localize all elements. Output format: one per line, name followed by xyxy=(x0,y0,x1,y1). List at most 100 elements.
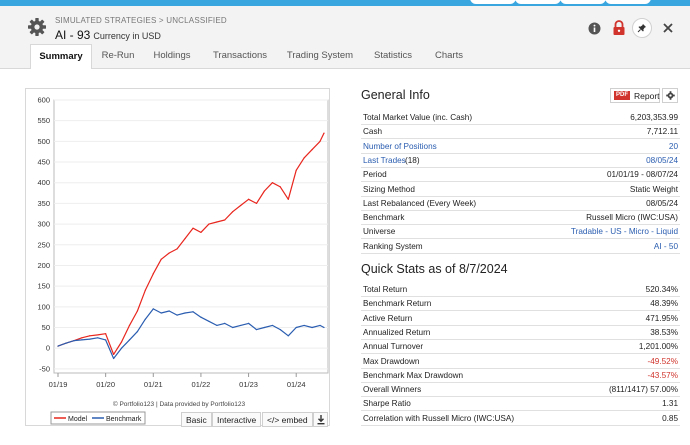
download-chart-button[interactable] xyxy=(313,412,328,427)
quick-stats-row: Max Drawdown -49.52% xyxy=(361,354,680,369)
data-point-model xyxy=(255,202,258,205)
general-info-label: Period xyxy=(363,170,387,180)
general-info-row: Universe Tradable - US - Micro - Liquid xyxy=(361,224,680,240)
general-info-label[interactable]: Number of Positions xyxy=(363,142,437,151)
general-info-row[interactable]: Last Trades (18) 08/05/24 xyxy=(361,153,680,168)
y-tick-label: 400 xyxy=(37,178,50,187)
report-button[interactable]: PDF Report xyxy=(610,88,660,103)
x-tick-label: 01/21 xyxy=(144,380,163,389)
data-point-model xyxy=(200,231,202,233)
chart-legend: Model Benchmark xyxy=(50,411,146,425)
report-label: Report xyxy=(634,91,660,101)
data-point-model xyxy=(160,258,162,260)
tab-transactions[interactable]: Transactions xyxy=(206,44,274,68)
tab-holdings[interactable]: Holdings xyxy=(146,44,198,68)
data-point-benchmark xyxy=(144,318,146,320)
general-info-value[interactable]: 20 xyxy=(669,142,678,151)
general-info-label: Universe xyxy=(363,227,396,237)
general-info-value: 01/01/19 - 08/07/24 xyxy=(606,170,678,180)
general-info-value[interactable]: Tradable - US - Micro - Liquid xyxy=(571,227,678,236)
data-point-benchmark xyxy=(200,316,202,318)
page-title: AI - 93 Currency in USD xyxy=(55,28,161,42)
quick-stats-label: Overall Winners xyxy=(363,385,422,395)
data-point-model xyxy=(247,198,250,200)
data-point-model xyxy=(128,324,131,327)
pin-button[interactable] xyxy=(632,18,652,38)
info-icon[interactable] xyxy=(588,22,601,35)
data-point-benchmark xyxy=(295,326,297,329)
quick-stats-label: Max Drawdown xyxy=(363,356,420,366)
general-info-value[interactable]: AI - 50 xyxy=(654,242,678,251)
quick-stats-row: Benchmark Return 48.39% xyxy=(361,296,680,312)
general-info-label: Sizing Method xyxy=(363,184,415,194)
quick-stats-value: 0.85 xyxy=(662,413,678,423)
data-point-benchmark xyxy=(240,324,242,327)
quick-stats-label: Benchmark Return xyxy=(363,299,432,309)
general-info-value[interactable]: 08/05/24 xyxy=(646,156,678,165)
general-info-label: Ranking System xyxy=(363,241,423,251)
breadcrumb[interactable]: SIMULATED STRATEGIES > UNCLASSIFIED xyxy=(55,16,227,25)
x-tick-label: 01/24 xyxy=(287,380,306,389)
basic-chart-button[interactable]: Basic xyxy=(181,412,212,427)
data-point-model xyxy=(224,219,226,221)
general-info-row[interactable]: Number of Positions 20 xyxy=(361,139,680,154)
quick-stats-value: -49.52% xyxy=(647,356,679,366)
quick-stats-row: Annualized Return 38.53% xyxy=(361,325,680,340)
gear-icon xyxy=(666,91,675,100)
quick-stats-value: 520.34% xyxy=(645,285,678,294)
top-strip-pill xyxy=(605,0,651,4)
data-point-benchmark xyxy=(323,326,325,329)
report-settings-button[interactable] xyxy=(662,88,678,103)
interactive-chart-button[interactable]: Interactive xyxy=(212,412,262,427)
data-point-benchmark xyxy=(152,308,154,310)
tab-trading-system[interactable]: Trading System xyxy=(282,44,358,68)
quick-stats-label: Correlation with Russell Micro (IWC:USA) xyxy=(363,413,515,423)
general-info-title: General Info xyxy=(361,88,430,102)
y-tick-label: 150 xyxy=(37,282,50,291)
tab-rerun[interactable]: Re-Run xyxy=(96,44,140,68)
gear-icon[interactable] xyxy=(27,17,47,37)
tab-statistics[interactable]: Statistics xyxy=(366,44,420,68)
y-tick-label: 300 xyxy=(37,220,50,229)
chart-credit: © Portfolio123 | Data provided by Portfo… xyxy=(113,400,246,408)
y-tick-label: 0 xyxy=(46,344,50,353)
close-icon[interactable] xyxy=(662,22,674,34)
quick-stats-label: Total Return xyxy=(363,285,408,294)
quick-stats-row: Active Return 471.95% xyxy=(361,311,680,326)
data-point-benchmark xyxy=(97,337,99,339)
data-point-model xyxy=(208,223,210,225)
y-tick-label: 600 xyxy=(37,96,50,105)
data-point-model xyxy=(136,310,139,312)
general-info-label[interactable]: Last Trades xyxy=(363,156,406,165)
data-point-model xyxy=(232,211,234,213)
general-info-value: Static Weight xyxy=(629,184,678,194)
data-point-benchmark xyxy=(255,328,258,331)
general-info-row: Last Rebalanced (Every Week) 08/05/24 xyxy=(361,196,680,211)
embed-chart-button[interactable]: </> embed xyxy=(262,412,313,427)
general-info-label: Cash xyxy=(363,127,383,137)
quick-stats-label: Benchmark Max Drawdown xyxy=(363,370,464,380)
data-point-model xyxy=(216,221,218,223)
data-point-benchmark xyxy=(120,347,123,349)
top-strip-pill xyxy=(470,0,516,4)
performance-chart[interactable]: 600550500450400350300250200150100500-50 … xyxy=(25,88,330,426)
tab-summary[interactable]: Summary xyxy=(30,44,92,69)
top-strip-pill xyxy=(515,0,561,4)
quick-stats-row: Total Return 520.34% xyxy=(361,282,680,297)
data-point-benchmark xyxy=(319,324,321,327)
quick-stats-row: Correlation with Russell Micro (IWC:USA)… xyxy=(361,411,680,426)
lock-icon[interactable] xyxy=(612,20,626,36)
data-point-benchmark xyxy=(224,322,226,324)
data-point-benchmark xyxy=(216,324,218,327)
data-point-model xyxy=(295,169,297,171)
tab-charts[interactable]: Charts xyxy=(428,44,470,68)
general-info-row: Period 01/01/19 - 08/07/24 xyxy=(361,167,680,183)
data-point-benchmark xyxy=(136,331,139,333)
data-point-model xyxy=(184,237,186,240)
data-point-benchmark xyxy=(105,339,107,341)
strategy-name: AI - 93 xyxy=(55,28,91,42)
data-point-benchmark xyxy=(271,324,273,327)
general-info-value: 6,203,353.99 xyxy=(630,113,678,122)
data-point-benchmark xyxy=(184,312,186,314)
data-point-model xyxy=(176,248,178,250)
